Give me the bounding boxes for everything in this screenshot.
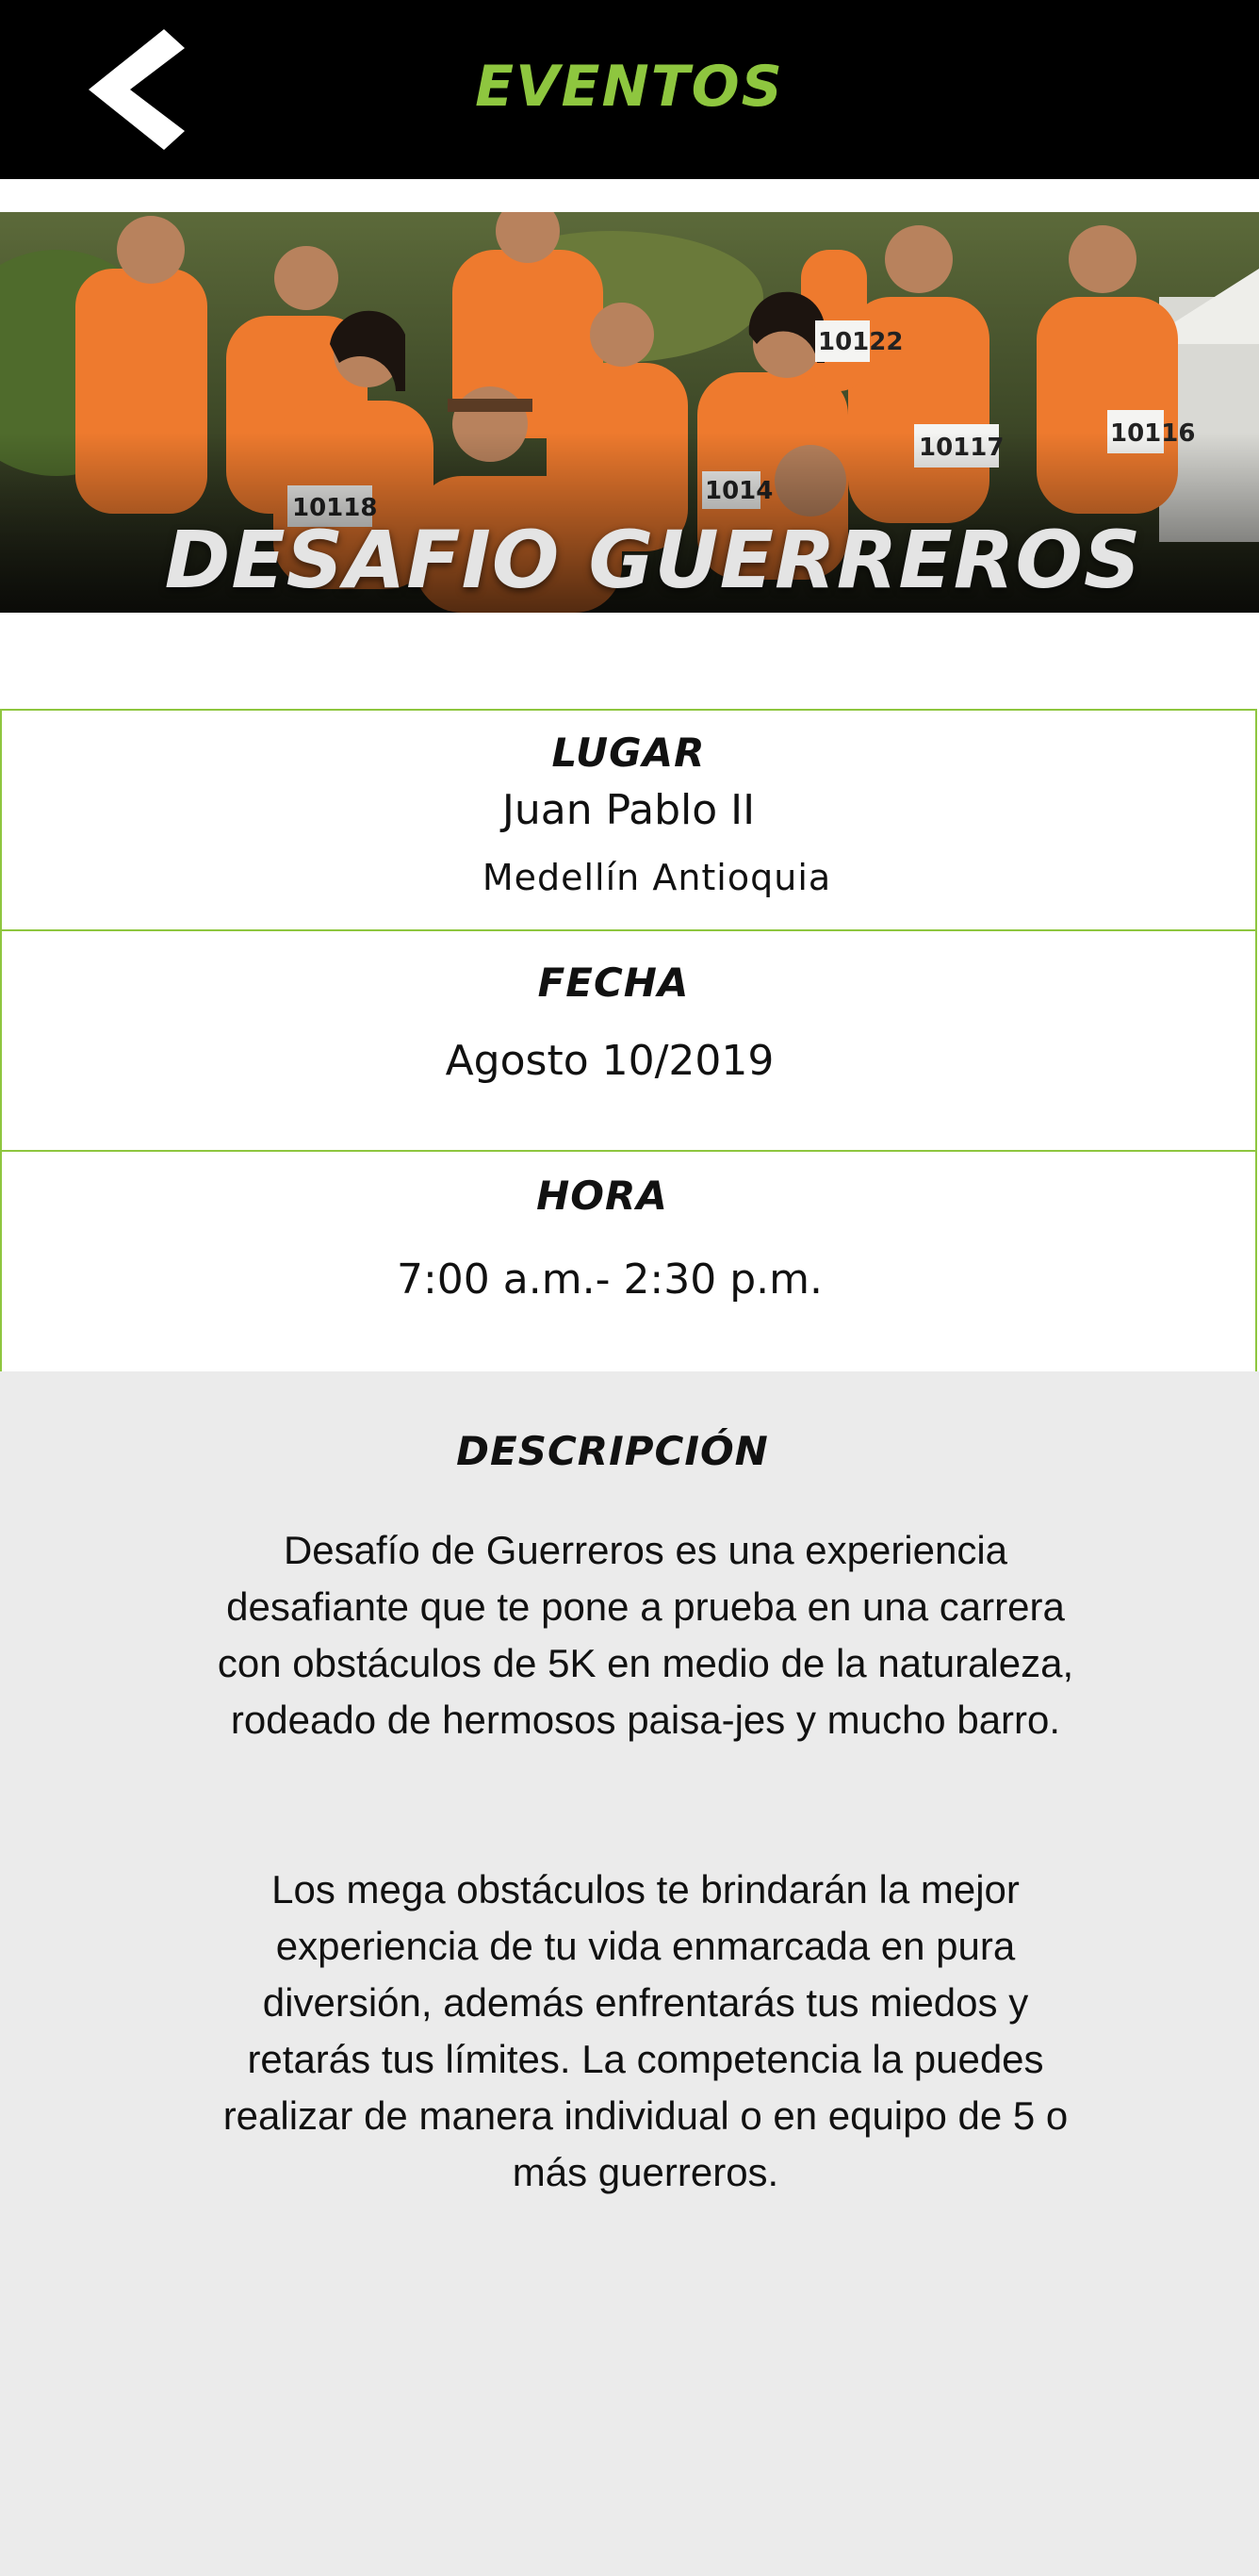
date-label: FECHA (537, 960, 690, 1006)
page-title: EVENTOS (475, 54, 784, 120)
place-section: LUGAR Juan Pablo II Medellín Antioquia (0, 709, 1257, 931)
event-hero-image: 10122 10117 10116 10118 1014 DESAFIO GUE… (0, 212, 1259, 613)
event-name: DESAFIO GUERREROS (164, 514, 1142, 606)
time-section: HORA 7:00 a.m.- 2:30 p.m. (0, 1150, 1257, 1373)
date-section: FECHA Agosto 10/2019 (0, 929, 1257, 1152)
description-title: DESCRIPCIÓN (456, 1428, 769, 1474)
description-paragraph: Los mega obstáculos te brindarán la mejo… (222, 1867, 1069, 2194)
description-paragraph: Desafío de Guerreros es una experiencia … (217, 1528, 1074, 1742)
description-section: DESCRIPCIÓN Desafío de Guerreros es una … (0, 1371, 1259, 2576)
place-city: Medellín Antioquia (482, 857, 832, 898)
time-value: 7:00 a.m.- 2:30 p.m. (396, 1255, 823, 1304)
top-header: EVENTOS (0, 0, 1259, 179)
date-value: Agosto 10/2019 (445, 1037, 775, 1085)
place-label: LUGAR (551, 730, 706, 776)
place-value: Juan Pablo II (501, 786, 756, 834)
time-label: HORA (536, 1173, 668, 1219)
